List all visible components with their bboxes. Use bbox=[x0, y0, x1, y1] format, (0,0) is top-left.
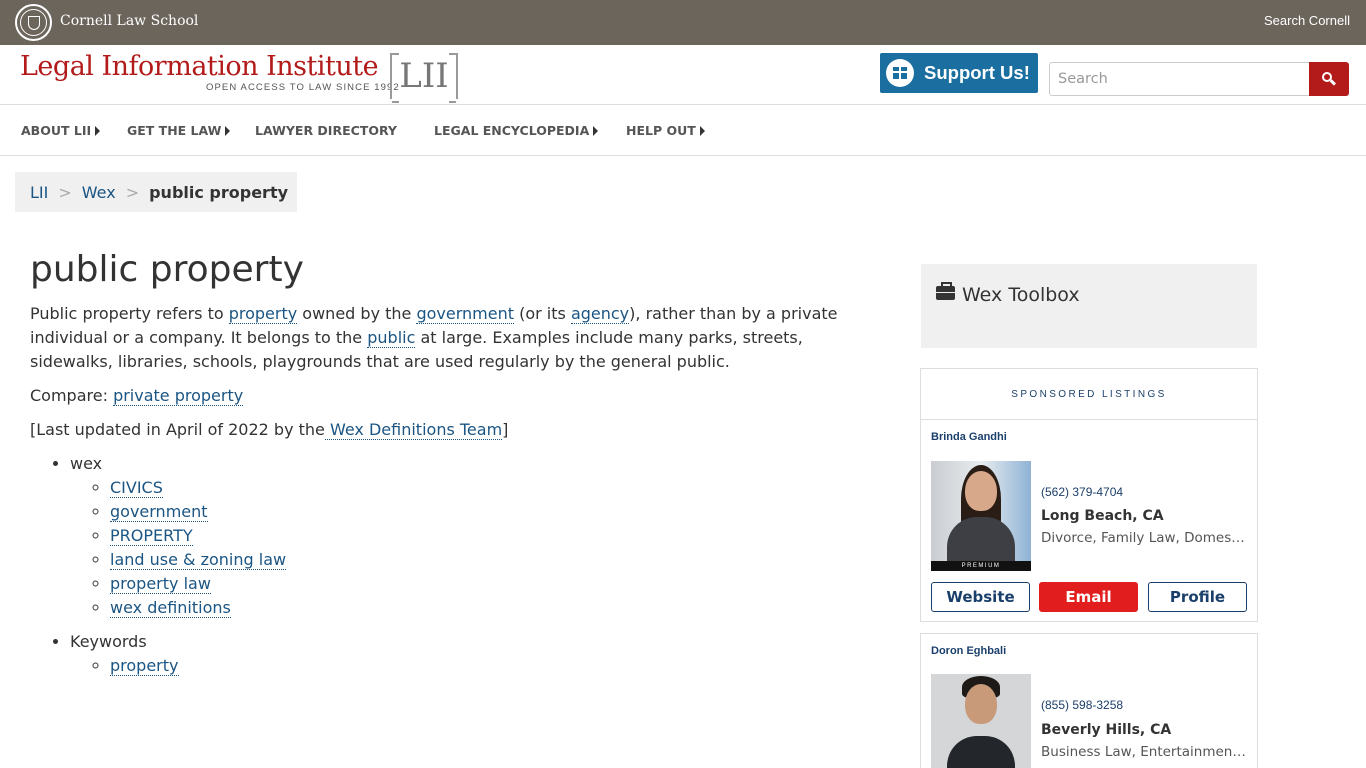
list-item: wex definitions bbox=[110, 596, 880, 620]
caret-right-icon bbox=[225, 125, 231, 136]
lawyer-phone[interactable]: (855) 598-3258 bbox=[1041, 698, 1123, 712]
page-title: public property bbox=[30, 249, 304, 290]
tag-link[interactable]: PROPERTY bbox=[110, 526, 193, 546]
link-property[interactable]: property bbox=[228, 304, 298, 324]
gift-icon bbox=[886, 59, 914, 87]
lawyer-city: Long Beach, CA bbox=[1041, 508, 1164, 524]
nav-legal-encyclopedia[interactable]: LEGAL ENCYCLOPEDIA bbox=[434, 123, 599, 138]
lawyer-city: Beverly Hills, CA bbox=[1041, 722, 1172, 738]
lawyer-phone[interactable]: (562) 379-4704 bbox=[1041, 485, 1123, 499]
link-agency[interactable]: agency bbox=[570, 304, 630, 324]
tag-group-wex: wex CIVICS government PROPERTY land use … bbox=[70, 452, 880, 620]
tag-link[interactable]: wex definitions bbox=[110, 598, 231, 618]
lawyer-photo[interactable] bbox=[931, 674, 1031, 768]
cornell-top-bar: Cornell Law School Search Cornell bbox=[0, 0, 1366, 45]
nav-about-lii[interactable]: ABOUT LII bbox=[21, 123, 101, 138]
briefcase-icon bbox=[936, 282, 955, 300]
breadcrumb-separator: > bbox=[58, 182, 72, 202]
search-button[interactable] bbox=[1309, 62, 1349, 96]
list-item: CIVICS bbox=[110, 476, 880, 500]
site-title[interactable]: Legal Information Institute bbox=[20, 51, 379, 82]
list-item: government bbox=[110, 500, 880, 524]
tag-link[interactable]: property bbox=[110, 656, 179, 676]
sponsored-listings-header: SPONSORED LISTINGS bbox=[920, 368, 1258, 420]
premium-badge: PREMIUM bbox=[931, 561, 1031, 571]
definition-paragraph: Public property refers to property owned… bbox=[30, 304, 838, 371]
tag-list: wex CIVICS government PROPERTY land use … bbox=[30, 452, 880, 678]
lawyer-listing: Brinda Gandhi PREMIUM (562) 379-4704 Lon… bbox=[920, 420, 1258, 622]
caret-right-icon bbox=[95, 125, 101, 136]
link-government[interactable]: government bbox=[416, 304, 515, 324]
search-icon bbox=[1322, 72, 1337, 86]
breadcrumb-separator: > bbox=[125, 182, 140, 202]
site-header: Legal Information Institute OPEN ACCESS … bbox=[0, 45, 1366, 105]
tag-link[interactable]: land use & zoning law bbox=[110, 550, 287, 570]
lii-logo[interactable]: LII bbox=[390, 53, 458, 103]
wex-toolbox-heading[interactable]: Wex Toolbox bbox=[936, 282, 1080, 306]
main-nav: ABOUT LII GET THE LAW LAWYER DIRECTORY L… bbox=[0, 105, 1366, 156]
list-item: PROPERTY bbox=[110, 524, 880, 548]
tag-link[interactable]: government bbox=[110, 502, 208, 522]
cornell-law-school-link[interactable]: Cornell Law School bbox=[60, 13, 198, 29]
caret-right-icon bbox=[699, 125, 705, 136]
breadcrumb-lii[interactable]: LII bbox=[30, 183, 48, 202]
support-us-button[interactable]: Support Us! bbox=[880, 53, 1038, 93]
nav-help-out[interactable]: HELP OUT bbox=[626, 123, 705, 138]
tag-link[interactable]: CIVICS bbox=[110, 478, 163, 498]
search-input[interactable] bbox=[1049, 62, 1310, 96]
lawyer-practice-areas: Divorce, Family Law, Domestic Violence bbox=[1041, 530, 1246, 546]
profile-button[interactable]: Profile bbox=[1148, 582, 1247, 612]
caret-right-icon bbox=[593, 125, 599, 136]
lawyer-name[interactable]: Doron Eghbali bbox=[931, 645, 1006, 657]
link-private-property[interactable]: private property bbox=[113, 386, 244, 406]
email-button[interactable]: Email bbox=[1039, 582, 1138, 612]
link-public[interactable]: public bbox=[367, 328, 416, 348]
last-updated-paragraph: [Last updated in April of 2022 by the We… bbox=[30, 420, 509, 440]
support-us-label: Support Us! bbox=[924, 62, 1030, 83]
tag-link[interactable]: property law bbox=[110, 574, 211, 594]
site-tagline: OPEN ACCESS TO LAW SINCE 1992 bbox=[206, 82, 400, 93]
list-item: land use & zoning law bbox=[110, 548, 880, 572]
breadcrumb-wex[interactable]: Wex bbox=[82, 183, 116, 202]
lawyer-practice-areas: Business Law, Entertainment Law bbox=[1041, 744, 1246, 760]
cornell-seal-icon[interactable] bbox=[15, 4, 52, 41]
lawyer-name[interactable]: Brinda Gandhi bbox=[931, 431, 1007, 443]
lawyer-listing: Doron Eghbali (855) 598-3258 Beverly Hil… bbox=[920, 633, 1258, 768]
search-cornell-link[interactable]: Search Cornell bbox=[1264, 13, 1350, 28]
list-item: property bbox=[110, 654, 880, 678]
list-item: property law bbox=[110, 572, 880, 596]
nav-get-the-law[interactable]: GET THE LAW bbox=[127, 123, 231, 138]
article-body: Public property refers to property owned… bbox=[30, 302, 880, 688]
tag-group-keywords: Keywords property bbox=[70, 630, 880, 678]
website-button[interactable]: Website bbox=[931, 582, 1030, 612]
lawyer-photo[interactable]: PREMIUM bbox=[931, 461, 1031, 571]
nav-lawyer-directory[interactable]: LAWYER DIRECTORY bbox=[255, 123, 397, 138]
wex-toolbox: Wex Toolbox bbox=[921, 264, 1257, 348]
compare-paragraph: Compare: private property bbox=[30, 386, 244, 406]
link-wex-definitions-team[interactable]: Wex Definitions Team bbox=[324, 420, 503, 440]
breadcrumb: LII > Wex > public property bbox=[15, 172, 297, 212]
breadcrumb-current: public property bbox=[149, 182, 289, 202]
